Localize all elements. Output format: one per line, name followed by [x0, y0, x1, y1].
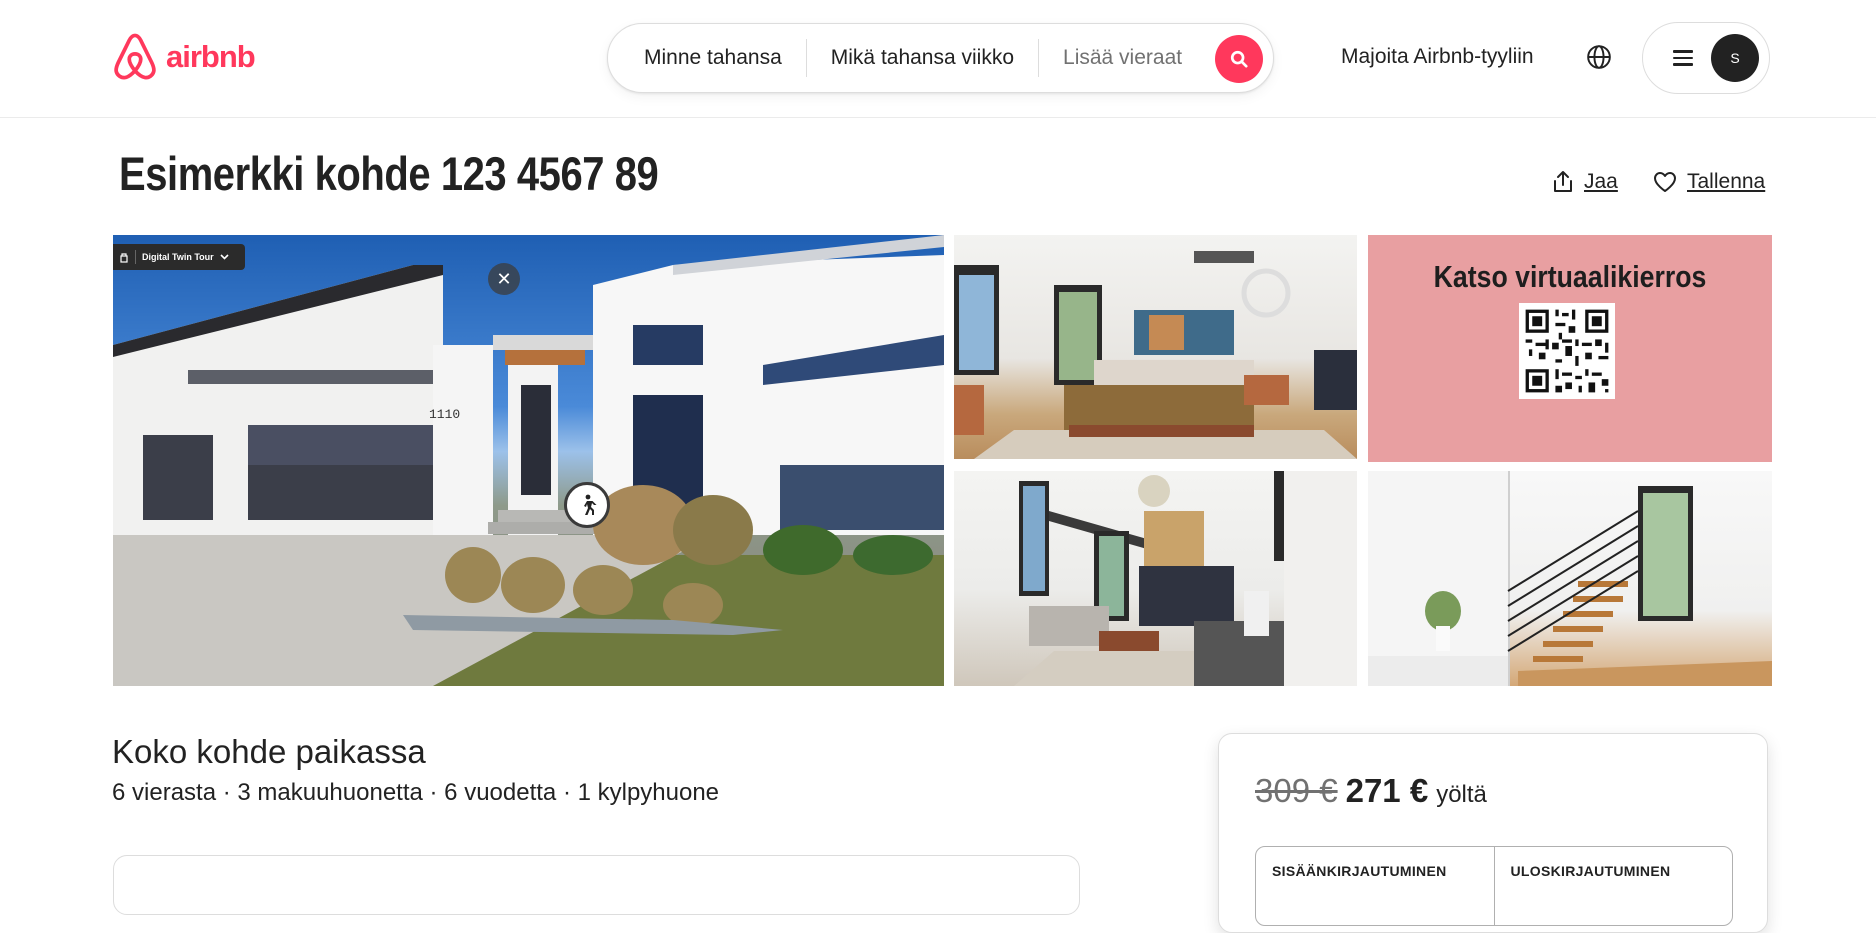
- booking-card: 309 € 271 € yöltä SISÄÄNKIRJAUTUMINEN UL…: [1218, 733, 1768, 933]
- search-location[interactable]: Minne tahansa: [608, 46, 806, 70]
- photo-gallery: 1110 Digital Twin Tour ✕ Katso virtuaali…: [113, 235, 1772, 686]
- checkout-field[interactable]: ULOSKIRJAUTUMINEN: [1493, 847, 1733, 925]
- price-row: 309 € 271 € yöltä: [1255, 772, 1487, 810]
- search-icon: [1230, 50, 1248, 68]
- house-number: 1110: [429, 407, 461, 422]
- checkin-field[interactable]: SISÄÄNKIRJAUTUMINEN: [1256, 847, 1494, 925]
- bedroom-illustration: [954, 251, 1357, 459]
- search-bar[interactable]: Minne tahansa Mikä tahansa viikko Lisää …: [607, 23, 1274, 93]
- close-icon: ✕: [496, 268, 512, 289]
- heart-icon: [1654, 172, 1676, 192]
- highlights-card: [113, 855, 1080, 915]
- walk-navigation-button[interactable]: [564, 482, 610, 528]
- menu-icon: [1673, 50, 1693, 66]
- logo-wordmark: airbnb: [166, 39, 256, 74]
- chip-divider: [135, 250, 136, 264]
- virtual-tour-label: Katso virtuaalikierros: [1433, 259, 1707, 294]
- search-guests[interactable]: Lisää vieraat: [1039, 46, 1206, 70]
- tour-mode-selector[interactable]: Digital Twin Tour: [113, 244, 245, 270]
- checkout-label: ULOSKIRJAUTUMINEN: [1510, 863, 1671, 879]
- share-icon: [1554, 171, 1572, 192]
- tour-chip-label: Digital Twin Tour: [142, 252, 214, 262]
- airbnb-logo-icon: [114, 33, 156, 80]
- bedroom-photo[interactable]: [954, 235, 1357, 459]
- search-button[interactable]: [1215, 35, 1263, 83]
- house-exterior-photo: [113, 235, 944, 686]
- airbnb-logo[interactable]: airbnb: [112, 32, 256, 82]
- chevron-down-icon: [220, 254, 229, 260]
- walk-icon: [584, 494, 597, 515]
- virtual-tour-tile[interactable]: Katso virtuaalikierros: [1368, 235, 1772, 462]
- globe-icon: [1587, 45, 1611, 69]
- share-button[interactable]: Jaa: [1552, 170, 1618, 194]
- virtual-tour-viewer[interactable]: 1110 Digital Twin Tour ✕: [113, 235, 944, 686]
- staircase-photo[interactable]: [1368, 471, 1772, 686]
- language-button[interactable]: [1586, 44, 1612, 75]
- living-room-illustration: [1014, 471, 1357, 686]
- avatar: S: [1711, 34, 1759, 82]
- host-link[interactable]: Majoita Airbnb-tyyliin: [1341, 45, 1534, 69]
- share-label: Jaa: [1584, 170, 1618, 193]
- top-header: airbnb Minne tahansa Mikä tahansa viikko…: [0, 0, 1876, 118]
- listing-subtitle: Koko kohde paikassa: [112, 733, 426, 770]
- search-week[interactable]: Mikä tahansa viikko: [807, 46, 1038, 70]
- price-unit: yöltä: [1436, 781, 1487, 808]
- qr-code-icon: [1519, 303, 1615, 399]
- discounted-price: 271 €: [1345, 772, 1429, 809]
- save-label: Tallenna: [1687, 170, 1766, 193]
- close-tour-button[interactable]: ✕: [488, 263, 520, 295]
- user-menu-button[interactable]: S: [1642, 22, 1770, 94]
- checkin-label: SISÄÄNKIRJAUTUMINEN: [1272, 863, 1447, 879]
- original-price: 309 €: [1255, 772, 1338, 809]
- date-picker[interactable]: SISÄÄNKIRJAUTUMINEN ULOSKIRJAUTUMINEN: [1255, 846, 1733, 926]
- living-room-photo[interactable]: [954, 471, 1357, 686]
- staircase-illustration: [1368, 471, 1772, 686]
- listing-title: Esimerkki kohde 123 4567 89: [119, 147, 659, 200]
- save-button[interactable]: Tallenna: [1653, 170, 1765, 194]
- listing-summary: 6 vierasta · 3 makuuhuonetta · 6 vuodett…: [112, 779, 720, 806]
- tour-mode-icon: [120, 253, 128, 263]
